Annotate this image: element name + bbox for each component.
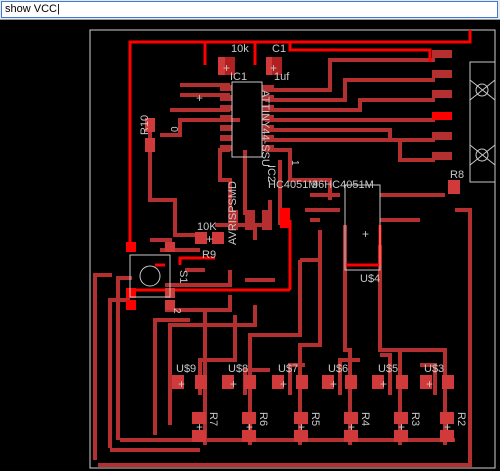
svg-text:+: + xyxy=(223,61,230,75)
plus-marks: + + + + + + + + + + + + + + + + + xyxy=(178,61,451,434)
label-r3: R3 xyxy=(409,412,421,426)
label-96hc4051m: 96HC4051M xyxy=(312,179,374,191)
label-u9: U$9 xyxy=(176,363,196,375)
svg-text:+: + xyxy=(398,420,405,434)
label-r6: R6 xyxy=(257,412,269,426)
label-c1: C1 xyxy=(272,43,286,55)
label-1uf: 1uf xyxy=(274,71,290,83)
svg-text:+: + xyxy=(230,377,237,391)
svg-text:+: + xyxy=(362,227,369,241)
svg-text:+: + xyxy=(246,420,253,434)
label-attiny: ATTINY44-SSU xyxy=(259,90,271,167)
svg-text:+: + xyxy=(196,91,203,105)
command-input[interactable]: show VCC| xyxy=(1,1,498,18)
label-u7: U$7 xyxy=(278,363,298,375)
label-avrisp: AVRISPSMD xyxy=(227,181,239,245)
label-u4: U$4 xyxy=(360,273,380,285)
svg-text:+: + xyxy=(196,420,203,434)
label-r9: R9 xyxy=(202,249,216,261)
label-r8: R8 xyxy=(450,169,464,181)
label-r10: R10 xyxy=(139,115,151,135)
svg-text:+: + xyxy=(380,377,387,391)
label-u3: U$3 xyxy=(424,363,444,375)
label-r7: R7 xyxy=(207,412,219,426)
label-r9-value: 10K xyxy=(197,221,217,233)
label-r5: R5 xyxy=(309,412,321,426)
label-r10-value: 0 xyxy=(170,126,181,132)
svg-text:+: + xyxy=(206,232,213,246)
s1-knob xyxy=(139,265,161,287)
label-u5: U$5 xyxy=(378,363,398,375)
label-s1: S1 xyxy=(177,270,189,283)
label-r2: R2 xyxy=(455,412,467,426)
svg-text:+: + xyxy=(348,420,355,434)
svg-text:+: + xyxy=(280,377,287,391)
label-r4: R4 xyxy=(359,412,371,426)
svg-text:+: + xyxy=(178,377,185,391)
label-u8: U$8 xyxy=(228,363,248,375)
svg-text:+: + xyxy=(444,420,451,434)
svg-text:+: + xyxy=(330,377,337,391)
pcb-canvas[interactable]: + + + + + + + + + + + + + + + + + 10k C1… xyxy=(0,20,500,471)
label-hc4051m: HC4051M xyxy=(268,179,318,191)
label-ic1: IC1 xyxy=(230,71,247,83)
label-10k: 10k xyxy=(231,43,249,55)
svg-text:+: + xyxy=(426,377,433,391)
connector-outline xyxy=(469,61,496,183)
label-s1-pin2: 2 xyxy=(171,308,182,314)
command-bar: show VCC| xyxy=(0,0,500,20)
svg-text:+: + xyxy=(298,420,305,434)
label-ic1-pin1: 1 xyxy=(289,160,300,166)
label-u6: U$6 xyxy=(328,363,348,375)
